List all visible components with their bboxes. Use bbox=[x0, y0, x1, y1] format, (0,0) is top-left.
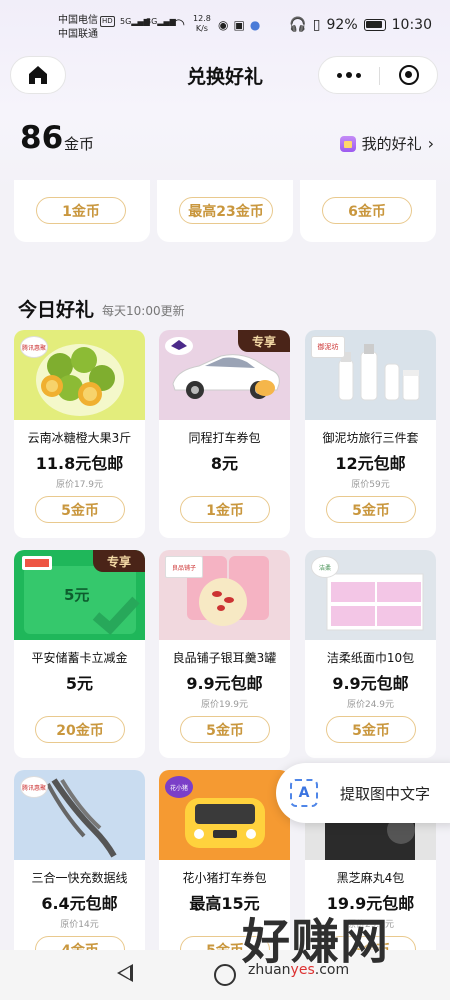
product-price: 12元包邮 bbox=[335, 454, 406, 473]
product-name: 三合一快充数据线 bbox=[31, 871, 128, 885]
top-card[interactable]: 6金币 bbox=[300, 180, 436, 242]
original-price: 原价24.9元 bbox=[346, 700, 395, 710]
redeem-button[interactable]: 1金币 bbox=[180, 496, 270, 523]
product-price: 5元 bbox=[65, 674, 94, 693]
clock: 10:30 bbox=[391, 17, 432, 33]
redeem-button[interactable]: 20金币 bbox=[35, 716, 125, 743]
redeem-button[interactable]: 1金币 bbox=[36, 197, 126, 224]
product-name: 同程打车券包 bbox=[188, 431, 261, 445]
coin-balance: 86 bbox=[20, 120, 64, 156]
carrier-2: 中国联通 bbox=[58, 29, 98, 40]
section-subtitle: 每天10:00更新 bbox=[102, 304, 185, 318]
network-speed: 12.8 K/s bbox=[193, 14, 211, 33]
gift-icon bbox=[339, 135, 356, 152]
original-price: 原价19.9元 bbox=[200, 700, 249, 710]
globe-icon: ● bbox=[249, 18, 261, 32]
product-name: 洁柔纸面巾10包 bbox=[326, 651, 415, 665]
more-dot-icon bbox=[356, 72, 361, 78]
section-title: 今日好礼 bbox=[18, 299, 95, 321]
chevron-right-icon: › bbox=[427, 134, 434, 153]
home-circle-icon[interactable] bbox=[214, 964, 236, 986]
battery-icon bbox=[363, 19, 386, 31]
status-bar: 中国电信 HD 中国联通 5G▂▄▆ 3G▂▄▆ ◠ 12.8 K/s ◉ ▣ ●… bbox=[0, 0, 450, 54]
product-price: 6.4元包邮 bbox=[41, 894, 118, 913]
product-price: 9.9元包邮 bbox=[186, 674, 263, 693]
brand-logo: 花小猪 bbox=[165, 776, 193, 798]
wifi-icon: ◠ bbox=[172, 15, 186, 33]
battery-percent: 92% bbox=[326, 17, 358, 33]
brand-logo: 良品铺子 bbox=[165, 556, 203, 578]
card-value: 5元 bbox=[64, 586, 90, 604]
mini-program-capsule bbox=[318, 56, 438, 94]
original-price: 原价17.9元 bbox=[55, 480, 104, 490]
top-card[interactable]: 最高23金币 bbox=[157, 180, 293, 242]
text-scan-icon: A bbox=[290, 779, 318, 807]
extract-text-button[interactable]: A 提取图中文字 bbox=[276, 763, 450, 823]
headphone-icon: 🎧 bbox=[289, 17, 307, 33]
wechat-icon: ◉ bbox=[218, 18, 229, 32]
original-price: 原价59元 bbox=[351, 480, 390, 490]
vibrate-icon: ▯ bbox=[312, 17, 321, 33]
product-card[interactable]: 5元 专享 平安储蓄卡立减金 5元 20金币 bbox=[14, 550, 145, 758]
product-price: 11.8元包邮 bbox=[35, 454, 124, 473]
redeem-button[interactable]: 6金币 bbox=[322, 197, 412, 224]
redeem-button[interactable]: 5金币 bbox=[326, 716, 416, 743]
watermark-url: zhuanyes.com bbox=[248, 962, 350, 978]
product-card[interactable]: 良品铺子 良品铺子银耳羹3罐 9.9元包邮 原价19.9元 5金币 bbox=[159, 550, 290, 758]
my-gifts-link[interactable]: 我的好礼 › bbox=[339, 133, 434, 154]
product-card[interactable]: 专享 同程打车券包 8元 1金币 bbox=[159, 330, 290, 538]
hd-badge: HD bbox=[100, 16, 115, 27]
my-gifts-label: 我的好礼 bbox=[361, 135, 422, 153]
product-price: 9.9元包邮 bbox=[332, 674, 409, 693]
original-price: 原价14元 bbox=[60, 920, 99, 930]
more-dot-icon bbox=[337, 72, 342, 78]
brand-logo: 腾讯惠聚 bbox=[20, 336, 48, 358]
redeem-button[interactable]: 5金币 bbox=[35, 496, 125, 523]
product-card[interactable]: 腾讯惠聚 云南冰糖橙大果3斤 11.8元包邮 原价17.9元 5金币 bbox=[14, 330, 145, 538]
more-dot-icon bbox=[346, 72, 352, 78]
product-name: 平安储蓄卡立减金 bbox=[31, 651, 128, 665]
app-notification-icon: ▣ bbox=[233, 18, 245, 32]
carrier-info: 中国电信 HD 中国联通 bbox=[58, 14, 115, 42]
redeem-button[interactable]: 5金币 bbox=[326, 496, 416, 523]
brand-logo: 洁柔 bbox=[311, 556, 339, 578]
product-card[interactable]: 御泥坊 御泥坊旅行三件套 12元包邮 原价59元 5金币 bbox=[305, 330, 436, 538]
carrier-1: 中国电信 bbox=[58, 15, 98, 26]
coin-unit: 金币 bbox=[64, 135, 95, 153]
watermark: 好赚网 zhuanyes.com bbox=[242, 902, 447, 992]
exclusive-badge: 专享 bbox=[238, 330, 290, 352]
product-name: 良品铺子银耳羹3罐 bbox=[172, 651, 277, 665]
top-card[interactable]: 1金币 bbox=[14, 180, 150, 242]
extract-text-label: 提取图中文字 bbox=[340, 784, 431, 803]
close-mini-program-button[interactable] bbox=[379, 57, 439, 93]
exclusive-badge: 专享 bbox=[93, 550, 145, 572]
product-card[interactable]: 洁柔 洁柔纸面巾10包 9.9元包邮 原价24.9元 5金币 bbox=[305, 550, 436, 758]
brand-logo: 腾讯惠聚 bbox=[20, 776, 48, 798]
redeem-button[interactable]: 5金币 bbox=[180, 716, 270, 743]
product-card[interactable]: 腾讯惠聚 三合一快充数据线 6.4元包邮 原价14元 4金币 bbox=[14, 770, 145, 978]
back-icon[interactable] bbox=[117, 964, 133, 982]
product-price: 8元 bbox=[210, 454, 239, 473]
target-close-icon bbox=[399, 65, 419, 85]
product-name: 黑芝麻丸4包 bbox=[336, 871, 405, 885]
brand-logo: 御泥坊 bbox=[311, 336, 345, 358]
product-name: 御泥坊旅行三件套 bbox=[322, 431, 419, 445]
redeem-button[interactable]: 最高23金币 bbox=[179, 197, 273, 224]
product-name: 花小猪打车券包 bbox=[182, 871, 267, 885]
more-options-button[interactable] bbox=[319, 57, 379, 93]
product-name: 云南冰糖橙大果3斤 bbox=[27, 431, 132, 445]
